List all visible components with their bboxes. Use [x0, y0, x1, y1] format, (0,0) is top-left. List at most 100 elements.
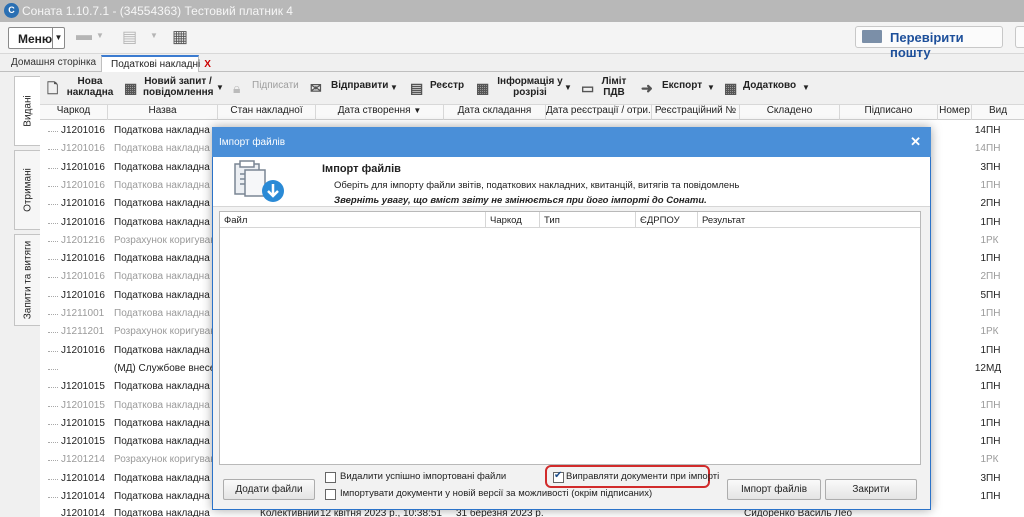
tree-connector — [48, 368, 58, 370]
row-number-cell: 14 — [974, 125, 986, 136]
tree-connector — [48, 131, 58, 132]
row-name-cell: Податкова накладна — [114, 216, 210, 228]
files-column-code[interactable]: Чаркод — [486, 212, 540, 228]
column-header-composed[interactable]: Дата складання — [444, 105, 546, 120]
close-tab-icon[interactable]: X — [204, 59, 211, 70]
files-column-file[interactable]: Файл — [220, 212, 486, 228]
column-header-number[interactable]: Номер — [938, 105, 972, 120]
vat-limit-label-2: ПДВ — [603, 87, 625, 98]
check-mail-button[interactable]: Перевірити пошту — [855, 26, 1003, 60]
envelope-icon: ✉ — [310, 80, 322, 96]
files-column-type[interactable]: Тип — [540, 212, 636, 228]
row-name-cell: Податкова накладна — [114, 253, 210, 265]
row-code-cell: J1201016 — [61, 344, 105, 356]
column-header-created[interactable]: Дата створення ▼ — [316, 105, 444, 120]
row-code-cell: J1201015 — [61, 399, 105, 411]
delete-imported-checkbox[interactable] — [325, 472, 336, 483]
send-button[interactable]: ✉ Відправити ▼ — [310, 76, 400, 104]
close-icon[interactable]: ✕ — [910, 134, 921, 150]
files-table[interactable] — [219, 211, 921, 465]
registry-button[interactable]: ▤ Реєстр — [410, 76, 470, 104]
bottom-row-code: J1201014 — [61, 508, 105, 517]
row-kind-cell: РК — [986, 234, 999, 246]
files-column-edrpou[interactable]: ЄДРПОУ — [636, 212, 698, 228]
column-header-name[interactable]: Назва — [108, 105, 218, 120]
tree-connector — [48, 314, 58, 315]
additional-label: Додатково — [743, 80, 797, 91]
save-icon[interactable]: ▬ — [76, 27, 92, 45]
chevron-down-icon[interactable]: ▼ — [96, 31, 104, 40]
sign-label: Підписати — [252, 80, 299, 91]
row-code-cell: J1211201 — [61, 326, 105, 338]
export-button[interactable]: ➜ Експорт ▼ — [641, 76, 716, 104]
row-name-cell: Податкова накладна — [114, 161, 210, 173]
row-number-cell: 5 — [980, 289, 986, 301]
row-kind-cell: ПН — [986, 344, 1001, 356]
tree-connector — [48, 240, 58, 242]
info-button[interactable]: ▦ Інформація у розрізі ▼ — [476, 76, 572, 104]
side-tab-requests[interactable]: Запити та витяги — [14, 234, 40, 326]
chevron-down-icon[interactable]: ▼ — [52, 28, 64, 48]
fix-on-import-checkbox[interactable] — [553, 470, 564, 483]
row-code-cell: J1201016 — [61, 143, 105, 155]
tree-connector — [48, 295, 58, 297]
row-name-cell: Розрахунок коригування — [114, 326, 212, 338]
vat-limit-button[interactable]: ▭ Ліміт ПДВ — [581, 76, 629, 104]
row-number-cell: 1 — [980, 344, 986, 356]
row-code-cell: J1201016 — [61, 216, 105, 228]
row-kind-cell: ПН — [986, 417, 1001, 429]
tree-connector — [48, 259, 58, 261]
column-header-author[interactable]: Складено — [740, 105, 840, 120]
new-document-icon: 🗋 — [47, 80, 59, 96]
new-invoice-button[interactable]: 🗋 Нова накладна — [47, 76, 117, 104]
row-name-cell: Податкова накладна — [114, 472, 210, 484]
tree-connector — [48, 167, 58, 169]
row-kind-cell: ПН — [986, 289, 1001, 301]
registry-icon: ▤ — [410, 80, 424, 96]
column-header-signed[interactable]: Підписано — [840, 105, 938, 120]
row-number-cell: 2 — [980, 271, 986, 283]
row-name-cell: Податкова накладна — [114, 417, 210, 429]
column-header-reg-number[interactable]: Реєстраційний № — [652, 105, 740, 120]
dialog-title-bar[interactable]: Імпорт файлів ✕ — [212, 127, 931, 157]
row-code-cell: J1201015 — [61, 381, 105, 393]
column-header-code[interactable]: Чаркод — [40, 105, 108, 120]
side-tab-received[interactable]: Отримані — [14, 150, 40, 230]
column-header-kind[interactable]: Вид — [972, 105, 1024, 120]
row-kind-cell: ПН — [986, 125, 1001, 136]
lock-icon: 🔒︎ — [233, 80, 241, 96]
calculator-icon[interactable]: ▦ — [172, 27, 188, 47]
close-button[interactable]: Закрити — [825, 479, 917, 500]
new-version-checkbox[interactable] — [325, 489, 336, 500]
menu-button[interactable]: Меню ▼ — [8, 27, 65, 49]
row-code-cell: J1201016 — [61, 179, 105, 191]
column-header-state[interactable]: Стан накладної — [218, 105, 316, 120]
add-files-button[interactable]: Додати файли — [223, 479, 315, 500]
row-kind-cell: ПН — [986, 253, 1001, 265]
chevron-down-icon: ▼ — [707, 83, 715, 92]
toolbar-overflow-button[interactable] — [1015, 26, 1024, 48]
row-code-cell: J1201015 — [61, 436, 105, 448]
title-bar: С Соната 1.10.7.1 - (34554363) Тестовий … — [0, 0, 1024, 22]
column-header-registered[interactable]: Дата реєстрації / отри... — [546, 105, 652, 120]
row-code-cell: J1211001 — [61, 308, 105, 319]
chevron-down-icon[interactable]: ▼ — [150, 31, 158, 40]
tab-home[interactable]: Домашня сторінка — [2, 55, 96, 72]
files-column-result[interactable]: Результат — [698, 212, 920, 228]
row-name-cell: Розрахунок коригування — [114, 234, 212, 246]
additional-button[interactable]: ▦ Додатково ▼ — [724, 76, 814, 104]
row-number-cell: 1 — [980, 381, 986, 393]
side-tab-issued[interactable]: Видані — [14, 76, 40, 146]
row-kind-cell: ПН — [986, 271, 1001, 283]
sign-button[interactable]: 🔒︎ Підписати — [233, 76, 303, 104]
new-request-button[interactable]: ▦ Новий запит / повідомлення ▼ — [124, 76, 224, 104]
tree-connector — [48, 442, 58, 444]
tab-tax-invoices[interactable]: Податкові накладні X — [101, 55, 211, 72]
import-files-button[interactable]: Імпорт файлів — [727, 479, 821, 500]
print-icon[interactable]: ▤ — [122, 27, 137, 47]
row-name-cell: (МД) Службове внесення — [114, 362, 212, 374]
row-code-cell: J1201015 — [61, 417, 105, 429]
row-name-cell: Податкова накладна — [114, 198, 210, 210]
row-code-cell: J1201016 — [61, 289, 105, 301]
tree-connector — [48, 149, 58, 151]
